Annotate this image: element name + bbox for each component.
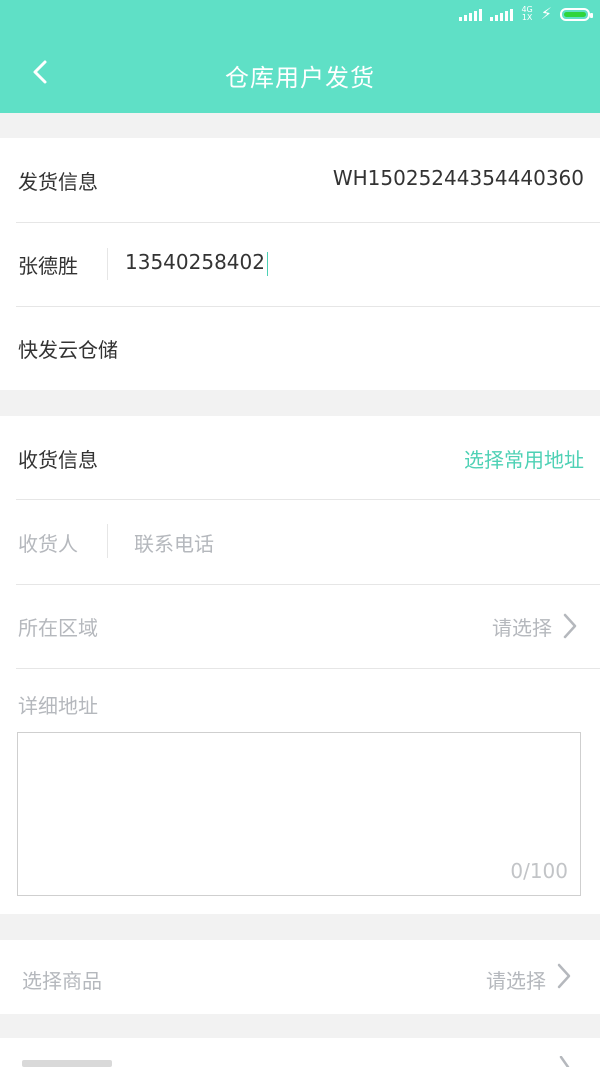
network-type: 4G 1X — [521, 6, 532, 22]
sender-phone-field[interactable]: 13540258402 — [125, 250, 268, 276]
receiver-contact-row: 收货人 联系电话 — [16, 500, 584, 584]
receiver-name-input[interactable]: 收货人 — [18, 528, 78, 557]
divider — [16, 668, 600, 669]
order-number: WH15025244354440360 — [332, 166, 584, 190]
chevron-right-icon — [559, 1056, 570, 1067]
region-label: 所在区域 — [18, 616, 98, 640]
divider-vertical — [107, 524, 108, 558]
goods-label: 选择商品 — [22, 969, 102, 993]
receiver-section-label: 收货信息 — [18, 448, 98, 472]
region-row[interactable]: 所在区域 请选择 — [16, 584, 584, 668]
signal-icon — [459, 7, 483, 21]
choose-address-link[interactable]: 选择常用地址 — [464, 444, 584, 473]
receiver-info-row: 收货信息 选择常用地址 — [16, 416, 584, 500]
address-textarea[interactable]: 0/100 — [17, 732, 581, 896]
text-cursor — [266, 251, 268, 276]
app-header: 仓库用户发货 — [0, 34, 600, 113]
address-label: 详细地址 — [18, 694, 98, 718]
sender-name[interactable]: 张德胜 — [18, 250, 78, 279]
charging-icon: ⚡ — [540, 4, 552, 23]
divider-vertical — [107, 248, 108, 280]
page-title: 仓库用户发货 — [225, 64, 375, 92]
status-icons: 4G 1X ⚡ — [459, 4, 593, 23]
next-card — [0, 1038, 600, 1067]
battery-icon — [560, 7, 593, 21]
sender-card: 发货信息 WH15025244354440360 张德胜 13540258402… — [0, 138, 600, 390]
warehouse-name: 快发云仓储 — [18, 338, 118, 362]
sender-section-label: 发货信息 — [18, 170, 98, 194]
goods-value: 请选择 — [486, 969, 546, 993]
goods-card[interactable]: 选择商品 请选择 — [0, 940, 600, 1014]
signal-icon-2 — [490, 7, 514, 21]
chevron-right-icon — [563, 613, 577, 639]
cut-off-label — [22, 1060, 112, 1067]
region-value: 请选择 — [492, 616, 552, 640]
sender-info-row: 发货信息 WH15025244354440360 — [16, 138, 584, 222]
sender-contact-row: 张德胜 13540258402 — [16, 222, 584, 306]
network-type-bottom: 1X — [521, 13, 533, 22]
chevron-right-icon — [557, 963, 571, 989]
sender-phone: 13540258402 — [125, 250, 265, 274]
address-char-counter: 0/100 — [510, 859, 568, 883]
warehouse-row: 快发云仓储 — [16, 306, 584, 390]
status-bar: 4G 1X ⚡ — [0, 0, 600, 34]
receiver-phone-input[interactable]: 联系电话 — [134, 528, 214, 557]
